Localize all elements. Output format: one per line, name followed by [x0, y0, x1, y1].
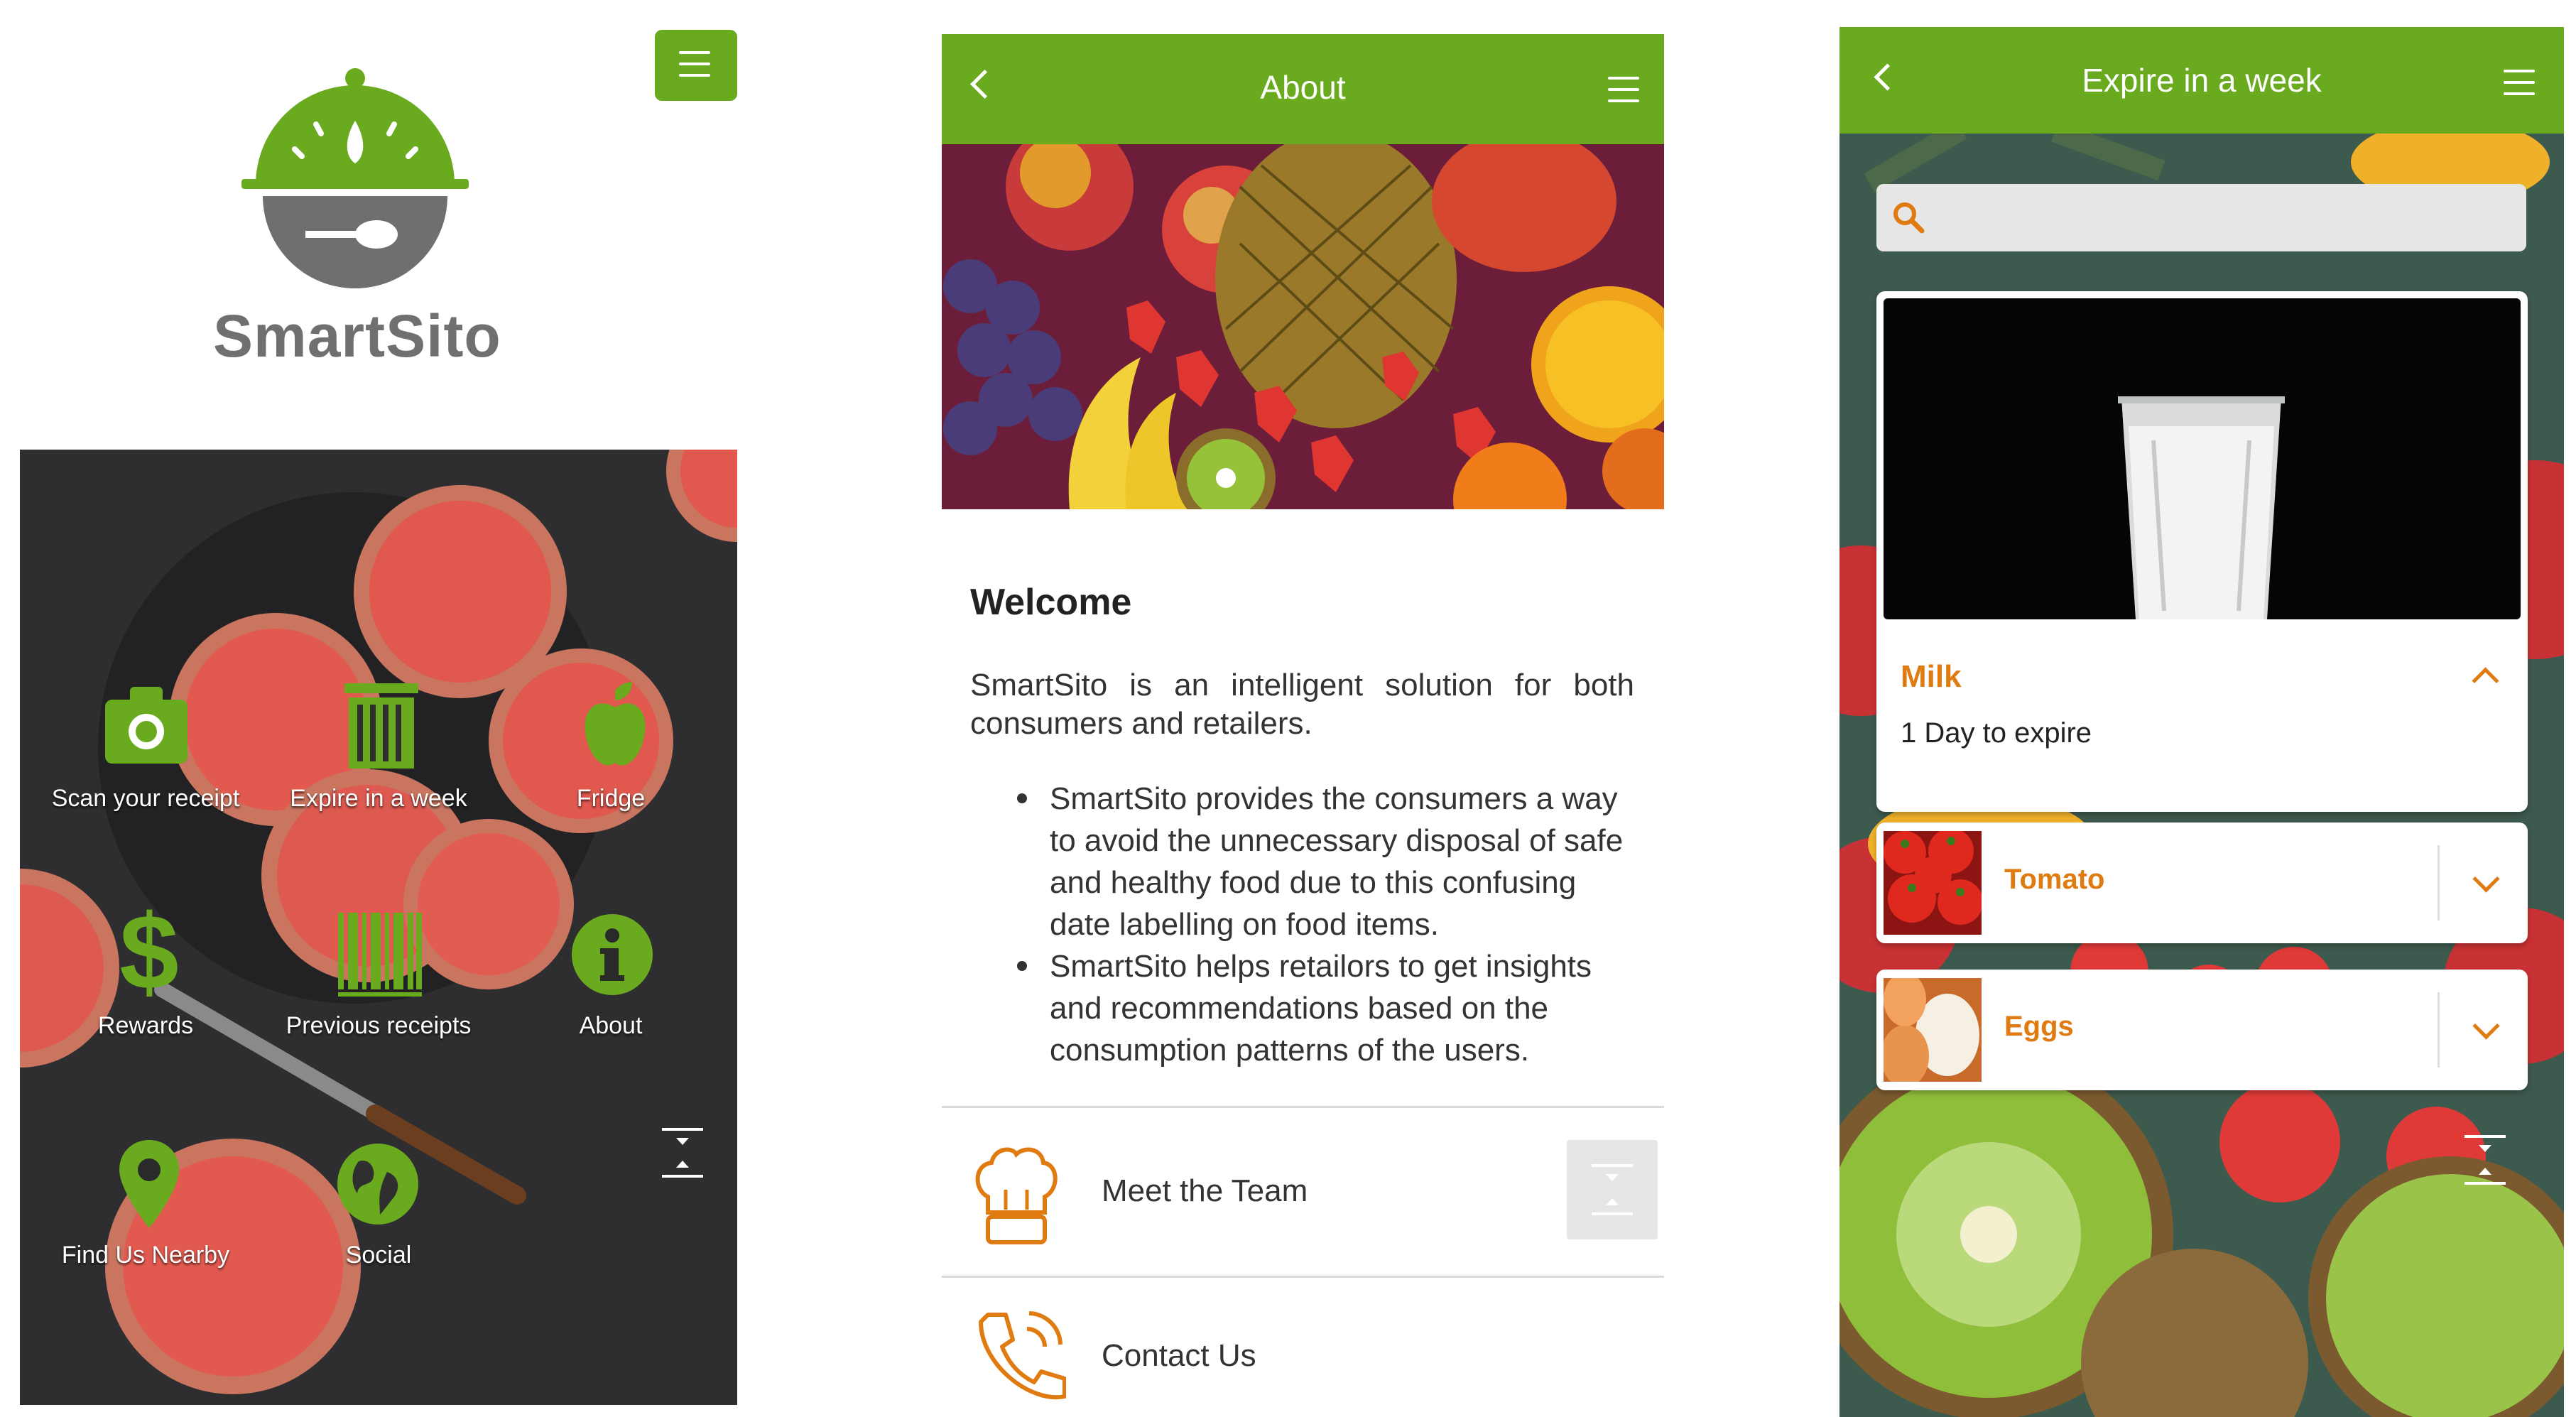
contact-us-row[interactable]: Contact Us	[942, 1276, 1664, 1417]
collapse-icon	[1592, 1164, 1633, 1215]
globe-icon[interactable]	[337, 1144, 418, 1225]
collapse-icon[interactable]	[662, 1128, 703, 1178]
list-item: SmartSito provides the consumers a way t…	[970, 778, 1634, 945]
list-item: SmartSito helps retailors to get insight…	[970, 945, 1634, 1071]
home-screen: SmartSito Scan your receipt Expire in a …	[0, 0, 753, 1417]
eggs-image	[1884, 978, 1982, 1082]
search-bar[interactable]	[1876, 184, 2526, 251]
contact-us-label: Contact Us	[1102, 1338, 1256, 1373]
tile-scan-receipt[interactable]: Scan your receipt	[32, 785, 259, 813]
meet-team-row[interactable]: Meet the Team	[942, 1106, 1664, 1278]
smartsito-logo	[241, 68, 469, 288]
trash-icon[interactable]	[344, 683, 418, 769]
expire-screen: Expire in a week Milk 1 Day to expire To…	[1839, 27, 2564, 1417]
dollar-icon[interactable]: $	[114, 898, 185, 1005]
expire-header: Expire in a week	[1839, 27, 2564, 134]
info-icon[interactable]	[572, 914, 653, 995]
tile-fridge[interactable]: Fridge	[497, 785, 724, 813]
logo-text: SmartSito	[213, 303, 501, 369]
expire-title: Expire in a week	[2082, 62, 2322, 99]
tile-rewards[interactable]: Rewards	[32, 1012, 259, 1040]
about-header: About	[942, 34, 1664, 144]
bullet-dot	[1017, 961, 1027, 971]
item-name-milk: Milk	[1901, 659, 1962, 694]
hamburger-icon[interactable]	[2504, 70, 2535, 98]
search-icon	[1893, 202, 1925, 234]
chevron-down-icon[interactable]	[2472, 1012, 2500, 1040]
map-pin-icon[interactable]	[119, 1140, 179, 1228]
fruit-banner-image	[942, 144, 1664, 509]
item-card-tomato[interactable]: Tomato	[1876, 822, 2528, 943]
hamburger-icon	[679, 51, 710, 80]
about-title: About	[1260, 69, 1346, 106]
collapse-button[interactable]	[1567, 1140, 1658, 1239]
meet-team-label: Meet the Team	[1102, 1173, 1308, 1208]
chevron-up-icon[interactable]	[2472, 667, 2499, 695]
divider	[2438, 845, 2440, 921]
item-card-milk[interactable]: Milk 1 Day to expire	[1876, 291, 2528, 812]
bullet-list: SmartSito provides the consumers a way t…	[970, 778, 1634, 1071]
item-name-eggs: Eggs	[2004, 1011, 2074, 1042]
search-input[interactable]	[1933, 191, 2515, 246]
item-card-eggs[interactable]: Eggs	[1876, 970, 2528, 1090]
tile-social[interactable]: Social	[265, 1242, 492, 1269]
tile-about[interactable]: About	[497, 1012, 724, 1040]
camera-icon[interactable]	[105, 685, 188, 764]
barcode-icon[interactable]	[338, 913, 422, 997]
item-name-tomato: Tomato	[2004, 864, 2105, 895]
tile-find-us[interactable]: Find Us Nearby	[32, 1242, 259, 1269]
intro-paragraph: SmartSito is an intelligent solution for…	[970, 668, 1634, 741]
chef-hat-icon	[975, 1147, 1058, 1244]
phone-icon	[979, 1311, 1066, 1400]
about-screen: About Welcome SmartSito is an intelligen…	[942, 0, 1666, 1417]
bullet-dot	[1017, 793, 1027, 803]
apple-icon[interactable]	[582, 682, 648, 771]
collapse-icon[interactable]	[2464, 1135, 2506, 1185]
chevron-down-icon[interactable]	[2472, 865, 2500, 893]
item-detail-milk: 1 Day to expire	[1901, 717, 2092, 749]
welcome-heading: Welcome	[970, 582, 1132, 623]
tomato-image	[1884, 831, 1982, 935]
tile-previous-receipts[interactable]: Previous receipts	[265, 1012, 492, 1040]
menu-button[interactable]	[655, 30, 737, 101]
hamburger-icon[interactable]	[1608, 77, 1639, 105]
milk-image	[1884, 298, 2521, 619]
divider	[2438, 992, 2440, 1068]
tile-expire-week[interactable]: Expire in a week	[265, 785, 492, 813]
